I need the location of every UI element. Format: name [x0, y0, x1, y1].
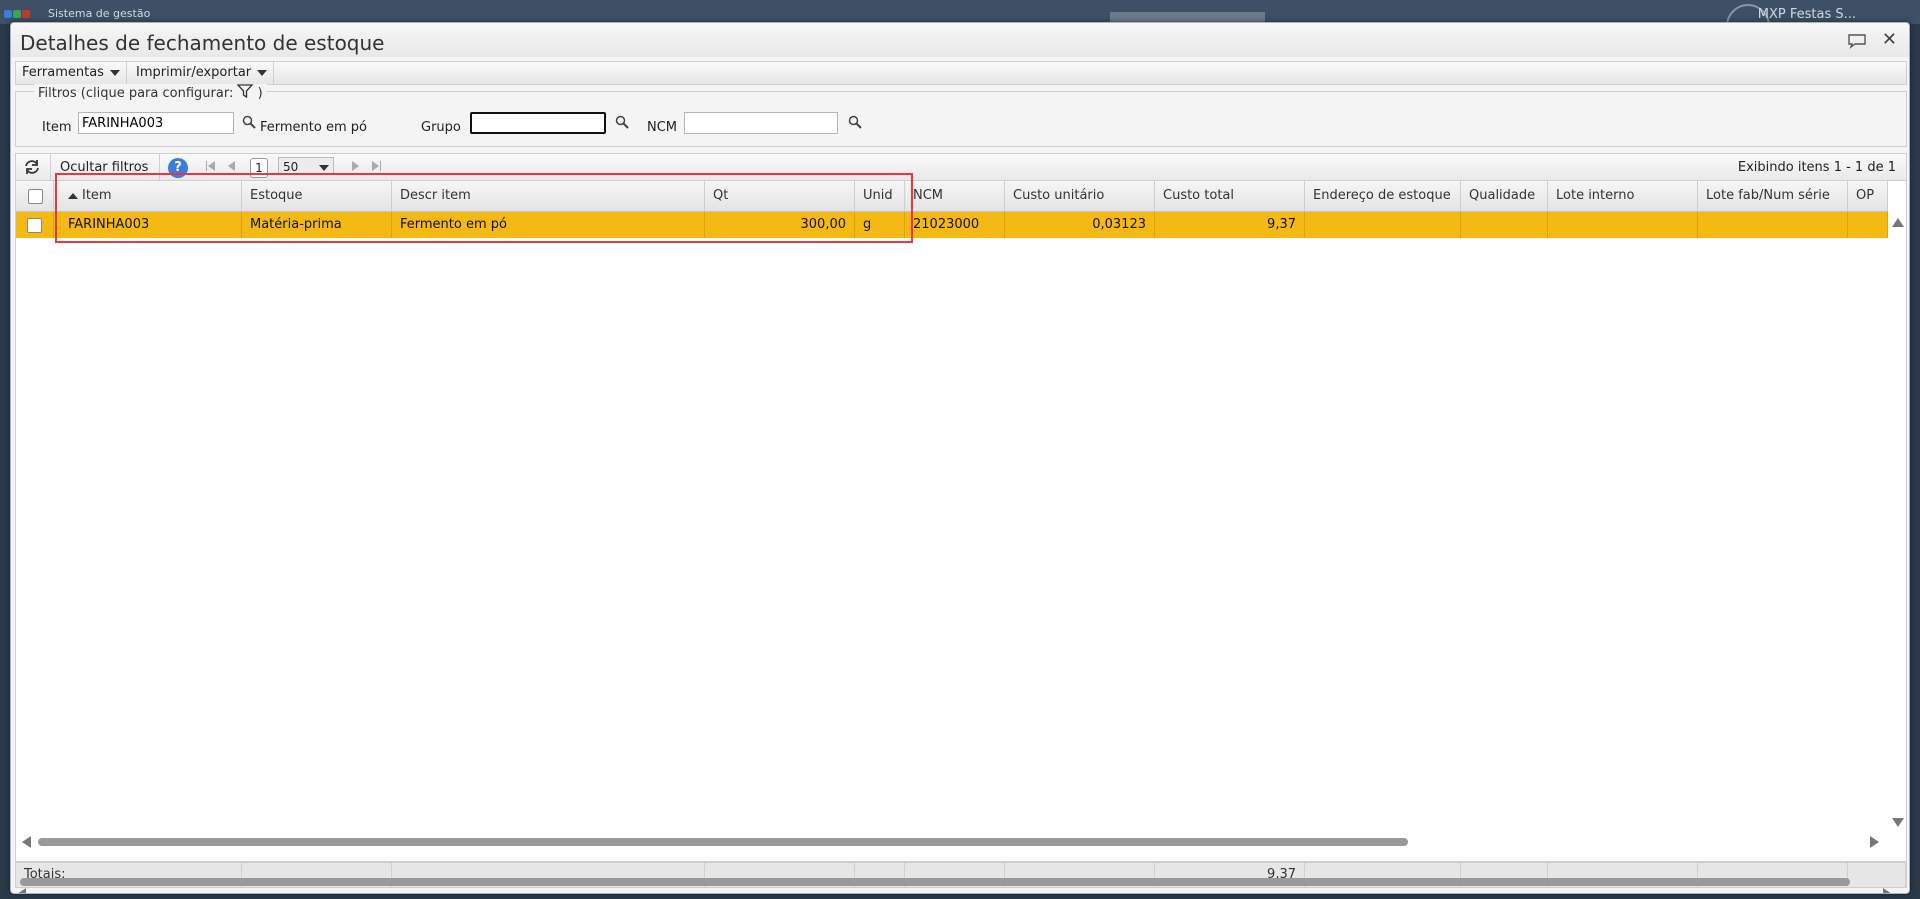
modal-scroll-left-icon[interactable] — [17, 888, 26, 893]
help-icon[interactable]: ? — [168, 158, 188, 178]
toolbar-divider — [50, 154, 51, 180]
cell-unid: g — [855, 212, 905, 238]
menu-bar: Ferramentas Imprimir/exportar — [15, 61, 1907, 85]
ncm-filter-label: NCM — [647, 120, 678, 135]
window-controls — [4, 8, 31, 21]
cell-ncm: 21023000 — [905, 212, 1005, 238]
modal-window: Detalhes de fechamento de estoque ✕ Ferr… — [10, 22, 1910, 894]
group-filter-input[interactable] — [470, 112, 606, 134]
cell-descr-item: Fermento em pó — [392, 212, 705, 238]
filters-legend-end: ) — [257, 86, 263, 101]
company-name[interactable]: MXP Festas S... — [1758, 7, 1856, 22]
cell-endereco — [1305, 212, 1461, 238]
window-dot-icon — [4, 10, 12, 18]
cell-lote-fab — [1698, 212, 1848, 238]
group-filter-label: Grupo — [421, 120, 461, 135]
pager-info: Exibindo itens 1 - 1 de 1 — [1737, 160, 1896, 175]
scroll-down-icon[interactable] — [1892, 818, 1904, 827]
scroll-left-icon[interactable] — [22, 836, 31, 848]
item-filter-input[interactable] — [78, 112, 234, 134]
hide-filters-button[interactable]: Ocultar filtros — [60, 160, 148, 175]
window-dot-icon — [22, 10, 30, 18]
refresh-icon[interactable] — [23, 159, 41, 179]
chevron-down-icon — [109, 69, 120, 76]
column-header-custo-unitario[interactable]: Custo unitário — [1005, 181, 1155, 211]
cell-qt: 300,00 — [705, 212, 855, 238]
modal-title: Detalhes de fechamento de estoque — [20, 31, 385, 55]
item-search-icon[interactable] — [242, 115, 256, 133]
row-checkbox[interactable] — [27, 218, 42, 233]
item-description: Fermento em pó — [260, 120, 367, 135]
app-title: Sistema de gestão — [48, 7, 151, 20]
row-select-cell — [16, 212, 54, 238]
table-row[interactable]: FARINHA003 Matéria-prima Fermento em pó … — [16, 212, 1888, 238]
column-header-lote-fab[interactable]: Lote fab/Num série — [1698, 181, 1848, 211]
page-number-input[interactable]: 1 — [250, 158, 268, 178]
print-export-menu-button[interactable]: Imprimir/exportar — [130, 62, 275, 84]
column-header-label: Item — [82, 188, 112, 203]
last-page-bar — [380, 161, 381, 171]
horizontal-scroll-thumb[interactable] — [38, 838, 1408, 846]
select-all-cell — [16, 181, 54, 211]
modal-scroll-right-icon[interactable] — [1883, 888, 1892, 893]
modal-horizontal-scrollbar[interactable] — [11, 888, 1909, 893]
horizontal-scrollbar[interactable] — [16, 833, 1888, 851]
page-size-select[interactable]: 50 — [278, 157, 334, 175]
item-filter-label: Item — [42, 120, 72, 135]
cell-custo-unitario: 0,03123 — [1005, 212, 1155, 238]
scroll-up-icon[interactable] — [1892, 218, 1904, 227]
next-page-icon[interactable] — [352, 161, 359, 171]
group-search-icon[interactable] — [615, 115, 629, 133]
column-header-ncm[interactable]: NCM — [905, 181, 1005, 211]
first-page-icon[interactable] — [208, 161, 215, 171]
chat-icon[interactable] — [1847, 33, 1867, 53]
column-header-op[interactable]: OP — [1848, 181, 1888, 211]
column-header-endereco[interactable]: Endereço de estoque — [1305, 181, 1461, 211]
column-header-descr-item[interactable]: Descr item — [392, 181, 705, 211]
toolbar-divider — [159, 154, 160, 180]
cell-op — [1848, 212, 1888, 238]
column-header-qt[interactable]: Qt — [705, 181, 855, 211]
cell-qualidade — [1461, 212, 1548, 238]
totals-cell — [1848, 863, 1906, 887]
chevron-down-icon — [257, 69, 268, 76]
window-dot-icon — [13, 10, 21, 18]
chevron-down-icon — [319, 165, 329, 171]
column-header-item[interactable]: Item — [54, 181, 242, 211]
tools-menu-button[interactable]: Ferramentas — [16, 62, 127, 84]
vertical-scrollbar[interactable] — [1888, 212, 1906, 832]
ncm-filter-input[interactable] — [684, 112, 838, 134]
page-size-value: 50 — [283, 160, 299, 174]
app-topbar: Sistema de gestão MXP Festas S... — [0, 0, 1920, 48]
column-header-lote-interno[interactable]: Lote interno — [1548, 181, 1698, 211]
filter-icon[interactable] — [236, 84, 257, 101]
filters-legend[interactable]: Filtros (clique para configurar: ) — [34, 84, 267, 101]
last-page-icon[interactable] — [372, 161, 379, 171]
scroll-right-icon[interactable] — [1870, 836, 1879, 848]
modal-scroll-thumb[interactable] — [20, 878, 1850, 886]
cell-estoque: Matéria-prima — [242, 212, 392, 238]
column-header-custo-total[interactable]: Custo total — [1155, 181, 1305, 211]
print-export-menu-label: Imprimir/exportar — [136, 65, 252, 80]
grid-header: Item Estoque Descr item Qt Unid NCM Cust… — [16, 181, 1888, 212]
cell-item: FARINHA003 — [54, 212, 242, 238]
data-grid: Item Estoque Descr item Qt Unid NCM Cust… — [15, 180, 1907, 862]
prev-page-icon[interactable] — [228, 161, 235, 171]
cell-custo-total: 9,37 — [1155, 212, 1305, 238]
column-header-estoque[interactable]: Estoque — [242, 181, 392, 211]
filters-legend-label: Filtros (clique para configurar: — [38, 86, 234, 101]
first-page-bar — [206, 161, 207, 171]
sort-ascending-icon — [68, 192, 78, 199]
column-header-unid[interactable]: Unid — [855, 181, 905, 211]
select-all-checkbox[interactable] — [28, 189, 43, 204]
ncm-search-icon[interactable] — [848, 115, 862, 133]
close-icon[interactable]: ✕ — [1882, 29, 1897, 50]
column-header-qualidade[interactable]: Qualidade — [1461, 181, 1548, 211]
grid-toolbar: Ocultar filtros ? 1 50 Exibindo itens 1 … — [15, 153, 1907, 181]
tools-menu-label: Ferramentas — [22, 65, 104, 80]
cell-lote-interno — [1548, 212, 1698, 238]
modal-titlebar: Detalhes de fechamento de estoque ✕ — [11, 23, 1909, 57]
filters-panel: Filtros (clique para configurar: ) Item … — [15, 84, 1907, 147]
